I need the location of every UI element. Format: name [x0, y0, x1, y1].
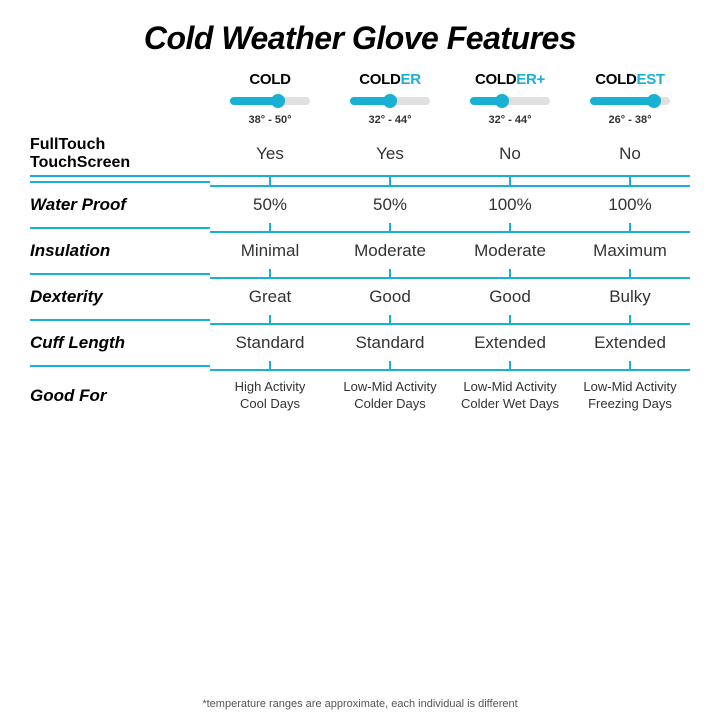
- col-coldest-temp: 26° - 38°: [608, 114, 651, 126]
- col-colder-header: COLDER 32° - 44°: [330, 71, 450, 126]
- dexterity-val-2: Good: [450, 287, 570, 307]
- waterproof-val-3: 100%: [570, 195, 690, 215]
- dexterity-val-0: Great: [210, 287, 330, 307]
- goodfor-row: Good For High ActivityCool Days Low-Mid …: [30, 371, 690, 417]
- col-colderplus-thermo: [470, 92, 550, 110]
- col-coldest-header: COLDEST 26° - 38°: [570, 71, 690, 126]
- col-colder-label: COLDER: [359, 71, 421, 88]
- dexterity-label: Dexterity: [30, 287, 210, 307]
- goodfor-val-2: Low-Mid ActivityColder Wet Days: [450, 379, 570, 413]
- dexterity-val-1: Good: [330, 287, 450, 307]
- header-row: COLD 38° - 50° COLDER 32° - 44°: [30, 71, 690, 126]
- touchscreen-val-1: Yes: [330, 144, 450, 164]
- insulation-row: Insulation Minimal Moderate Moderate Max…: [30, 233, 690, 269]
- col-colderplus-temp: 32° - 44°: [488, 114, 531, 126]
- dexterity-val-3: Bulky: [570, 287, 690, 307]
- col-coldest-label: COLDEST: [595, 71, 665, 88]
- col-colder-thermo: [350, 92, 430, 110]
- goodfor-val-0: High ActivityCool Days: [210, 379, 330, 413]
- col-colder-temp: 32° - 44°: [368, 114, 411, 126]
- waterproof-val-2: 100%: [450, 195, 570, 215]
- goodfor-label: Good For: [30, 386, 210, 406]
- page-title: Cold Weather Glove Features: [30, 20, 690, 57]
- cufflength-label: Cuff Length: [30, 333, 210, 353]
- insulation-val-0: Minimal: [210, 241, 330, 261]
- col-colderplus-label: COLDER+: [475, 71, 545, 88]
- touchscreen-label: FullTouch TouchScreen: [30, 136, 210, 171]
- main-container: Cold Weather Glove Features COLD 38° - 5…: [0, 0, 720, 720]
- sep-after-dexterity: [30, 315, 690, 325]
- waterproof-val-0: 50%: [210, 195, 330, 215]
- sep-after-touch: [30, 177, 690, 187]
- dexterity-row: Dexterity Great Good Good Bulky: [30, 279, 690, 315]
- insulation-val-3: Maximum: [570, 241, 690, 261]
- sep-after-cuff: [30, 361, 690, 371]
- sep-after-waterproof: [30, 223, 690, 233]
- col-cold-header: COLD 38° - 50°: [210, 71, 330, 126]
- col-cold-label: COLD: [249, 71, 290, 88]
- footnote: *temperature ranges are approximate, eac…: [30, 692, 690, 710]
- col-cold-thermo: [230, 92, 310, 110]
- insulation-val-1: Moderate: [330, 241, 450, 261]
- touchscreen-val-3: No: [570, 144, 690, 164]
- cufflength-val-1: Standard: [330, 333, 450, 353]
- goodfor-val-3: Low-Mid ActivityFreezing Days: [570, 379, 690, 413]
- cufflength-row: Cuff Length Standard Standard Extended E…: [30, 325, 690, 361]
- goodfor-val-1: Low-Mid ActivityColder Days: [330, 379, 450, 413]
- touchscreen-val-2: No: [450, 144, 570, 164]
- col-colderplus-header: COLDER+ 32° - 44°: [450, 71, 570, 126]
- waterproof-val-1: 50%: [330, 195, 450, 215]
- touchscreen-val-0: Yes: [210, 144, 330, 164]
- waterproof-label: Water Proof: [30, 195, 210, 215]
- cufflength-val-3: Extended: [570, 333, 690, 353]
- touchscreen-row: FullTouch TouchScreen Yes Yes No No: [30, 132, 690, 177]
- sep-after-insulation: [30, 269, 690, 279]
- cufflength-val-0: Standard: [210, 333, 330, 353]
- col-coldest-thermo: [590, 92, 670, 110]
- insulation-val-2: Moderate: [450, 241, 570, 261]
- waterproof-row: Water Proof 50% 50% 100% 100%: [30, 187, 690, 223]
- col-cold-temp: 38° - 50°: [248, 114, 291, 126]
- cufflength-val-2: Extended: [450, 333, 570, 353]
- insulation-label: Insulation: [30, 241, 210, 261]
